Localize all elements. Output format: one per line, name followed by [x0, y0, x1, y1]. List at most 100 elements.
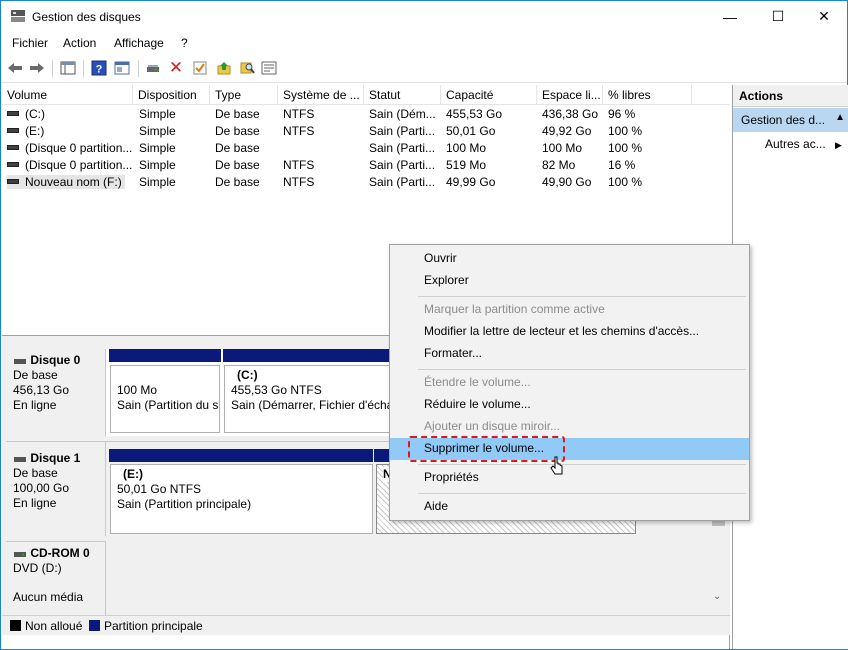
toolbar-separator: [138, 60, 139, 77]
menu-affichage[interactable]: Affichage: [114, 36, 164, 50]
menu-separator: [418, 369, 746, 370]
cdrom-label[interactable]: CD-ROM 0 DVD (D:) Aucun média: [6, 541, 106, 616]
unallocated-swatch: [10, 620, 21, 631]
delete-volume-highlight-annotation: [408, 436, 565, 462]
partition-bar: [109, 349, 221, 362]
menu-separator: [418, 464, 746, 465]
forward-button[interactable]: [28, 59, 46, 77]
disk-connect-icon: [147, 65, 159, 72]
col-disposition[interactable]: Disposition: [133, 85, 210, 105]
drive-icon: [7, 145, 19, 151]
legend-unallocated: Non alloué: [25, 619, 83, 633]
menu-separator: [418, 296, 746, 297]
menu-format[interactable]: Formater...: [390, 343, 749, 365]
partition-bar: [223, 349, 393, 362]
toolbar-separator: [52, 60, 53, 77]
pane-view-icon: [114, 61, 130, 75]
disk0-label[interactable]: Disque 0 De base 456,13 Go En ligne: [6, 349, 106, 436]
toolbar: ? ✕: [1, 54, 847, 83]
context-menu: Ouvrir Explorer Marquer la partition com…: [389, 244, 750, 521]
primary-swatch: [89, 620, 100, 631]
drive-icon: [7, 162, 19, 168]
delete-button[interactable]: ✕: [167, 58, 185, 77]
drive-icon: [7, 179, 19, 185]
col-percent-free[interactable]: % libres: [603, 85, 692, 105]
volume-row[interactable]: (Disque 0 partition... Simple De base Sa…: [2, 140, 730, 157]
volume-row[interactable]: (C:) Simple De base NTFS Sain (Dém... 45…: [2, 106, 730, 123]
submenu-arrow-icon: ▶: [835, 140, 842, 150]
minimize-button[interactable]: —: [707, 1, 753, 32]
volume-row[interactable]: Nouveau nom (F:) Simple De base NTFS Sai…: [2, 174, 730, 191]
close-icon: ✕: [818, 8, 830, 24]
partition-bar: [109, 449, 373, 462]
up-folder-button[interactable]: [215, 59, 233, 77]
legend-bar: Non alloué Partition principale: [2, 615, 730, 635]
up-folder-icon: [217, 62, 231, 75]
help-icon: ?: [91, 60, 107, 76]
menu-help-item[interactable]: Aide: [390, 496, 749, 518]
disk0-system-partition[interactable]: 100 Mo Sain (Partition du s: [110, 365, 220, 433]
help-button[interactable]: ?: [90, 59, 108, 77]
legend-primary: Partition principale: [104, 619, 203, 633]
maximize-button[interactable]: ☐: [755, 1, 801, 32]
title-bar[interactable]: Gestion des disques — ☐ ✕: [1, 1, 847, 32]
delete-x-icon: ✕: [168, 58, 184, 77]
menu-explore[interactable]: Explorer: [390, 270, 749, 292]
back-arrow-icon: [8, 63, 22, 73]
col-type[interactable]: Type: [210, 85, 278, 105]
search-button[interactable]: [238, 59, 256, 77]
menu-extend-volume: Étendre le volume...: [424, 375, 531, 389]
show-pane-button[interactable]: [113, 59, 131, 77]
minimize-icon: —: [723, 8, 737, 25]
actions-disk-management[interactable]: Gestion des d... ▲: [733, 108, 848, 132]
scroll-down-icon[interactable]: ⌄: [713, 591, 721, 602]
check-button[interactable]: [191, 59, 209, 77]
console-tree-icon: [60, 61, 76, 75]
disk1-label[interactable]: Disque 1 De base 100,00 Go En ligne: [6, 441, 106, 536]
menu-mark-active: Marquer la partition comme active: [424, 302, 605, 316]
mouse-cursor-icon: [550, 456, 563, 475]
properties-icon: [261, 61, 277, 75]
menu-action[interactable]: Action: [63, 36, 96, 50]
disk-management-icon: [11, 10, 25, 22]
menu-open[interactable]: Ouvrir: [390, 248, 749, 270]
col-filesystem[interactable]: Système de ...: [278, 85, 364, 105]
checklist-icon: [193, 61, 207, 75]
cdrom-icon: [14, 551, 26, 557]
col-status[interactable]: Statut: [364, 85, 441, 105]
volume-row[interactable]: (E:) Simple De base NTFS Sain (Parti... …: [2, 123, 730, 140]
col-free-space[interactable]: Espace li...: [537, 85, 603, 105]
search-icon: [240, 62, 255, 74]
drive-icon: [7, 111, 19, 117]
actions-header: Actions: [733, 85, 848, 107]
disk-icon: [14, 456, 26, 462]
col-capacity[interactable]: Capacité: [441, 85, 537, 105]
collapse-up-icon[interactable]: ▲: [835, 112, 845, 123]
close-button[interactable]: ✕: [801, 1, 847, 32]
volume-row[interactable]: (Disque 0 partition... Simple De base NT…: [2, 157, 730, 174]
col-volume[interactable]: Volume: [2, 85, 133, 105]
disk1-e-partition[interactable]: (E:) 50,01 Go NTFS Sain (Partition princ…: [110, 464, 373, 534]
toolbar-separator: [83, 60, 84, 77]
properties-button[interactable]: [260, 59, 278, 77]
menu-add-mirror: Ajouter un disque miroir...: [424, 419, 561, 433]
disk-icon: [14, 358, 26, 364]
back-button[interactable]: [6, 59, 24, 77]
menu-bar: Fichier Action Affichage ?: [1, 32, 847, 54]
window-title: Gestion des disques: [32, 10, 141, 24]
disk-management-window: Gestion des disques — ☐ ✕ Fichier Action…: [0, 0, 848, 650]
menu-change-letter[interactable]: Modifier la lettre de lecteur et les che…: [390, 321, 749, 343]
menu-properties[interactable]: Propriétés: [390, 467, 749, 489]
connect-disk-button[interactable]: [144, 59, 162, 77]
maximize-icon: ☐: [771, 8, 785, 24]
actions-more[interactable]: Autres ac... ▶: [765, 137, 842, 151]
menu-fichier[interactable]: Fichier: [12, 36, 48, 50]
drive-icon: [7, 128, 19, 134]
menu-help[interactable]: ?: [181, 36, 188, 50]
forward-arrow-icon: [30, 63, 44, 73]
svg-text:?: ?: [96, 64, 103, 76]
menu-separator: [418, 493, 746, 494]
menu-shrink-volume[interactable]: Réduire le volume...: [390, 394, 749, 416]
disk0-c-partition[interactable]: (C:) 455,53 Go NTFS Sain (Démarrer, Fich…: [224, 365, 392, 433]
console-tree-button[interactable]: [59, 59, 77, 77]
